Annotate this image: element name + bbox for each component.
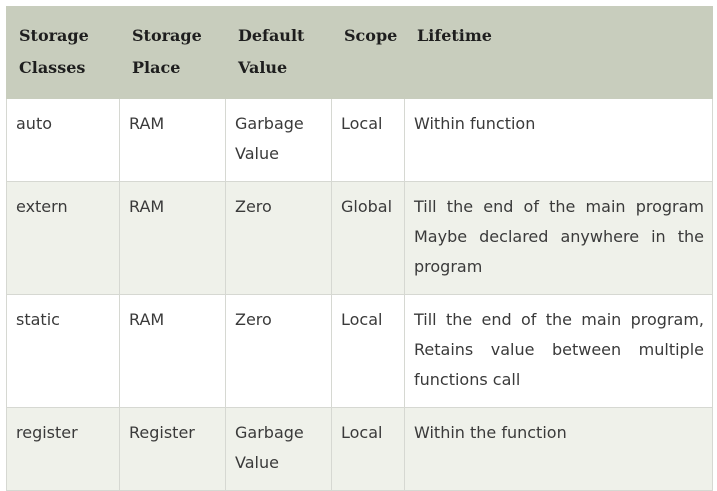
cell-storage-class: auto	[6, 98, 120, 182]
header-line: Storage	[19, 26, 89, 45]
cell-default-value: Garbage Value	[225, 407, 332, 491]
cell-line: Maybe declared anywhere in the	[414, 227, 704, 246]
storage-classes-table-container: Storage Classes Storage Place Default Va…	[6, 6, 713, 491]
cell-default-value: Garbage Value	[225, 98, 332, 182]
cell-line: Garbage	[235, 423, 304, 442]
header-storage-place: Storage Place	[119, 6, 226, 99]
cell-line: program	[414, 257, 483, 276]
table-row-auto: auto RAM Garbage Value Local Within func…	[6, 98, 713, 182]
cell-scope: Local	[331, 294, 405, 408]
cell-storage-class: static	[6, 294, 120, 408]
cell-line: Within function	[414, 114, 536, 133]
cell-scope: Local	[331, 407, 405, 491]
header-line: Place	[132, 58, 181, 77]
cell-storage-class: register	[6, 407, 120, 491]
cell-default-value: Zero	[225, 181, 332, 295]
header-lifetime: Lifetime	[404, 6, 713, 99]
header-line: Default	[238, 26, 305, 45]
header-line: Classes	[19, 58, 86, 77]
cell-line: Garbage	[235, 114, 304, 133]
cell-lifetime: Till the end of the main program, Retain…	[404, 294, 713, 408]
cell-line: Retains value between multiple	[414, 340, 704, 359]
cell-line: functions call	[414, 370, 521, 389]
table-row-register: register Register Garbage Value Local Wi…	[6, 407, 713, 491]
cell-line: Zero	[235, 310, 272, 329]
cell-storage-place: RAM	[119, 181, 226, 295]
cell-storage-place: Register	[119, 407, 226, 491]
cell-line: Value	[235, 453, 279, 472]
cell-line: Within the function	[414, 423, 567, 442]
header-line: Scope	[344, 26, 398, 45]
cell-lifetime: Till the end of the main program Maybe d…	[404, 181, 713, 295]
storage-classes-table: Storage Classes Storage Place Default Va…	[6, 6, 713, 491]
cell-line: Zero	[235, 197, 272, 216]
cell-scope: Local	[331, 98, 405, 182]
header-storage-classes: Storage Classes	[6, 6, 120, 99]
cell-storage-class: extern	[6, 181, 120, 295]
table-header-row: Storage Classes Storage Place Default Va…	[6, 6, 713, 99]
cell-default-value: Zero	[225, 294, 332, 408]
cell-lifetime: Within function	[404, 98, 713, 182]
cell-storage-place: RAM	[119, 98, 226, 182]
header-line: Storage	[132, 26, 202, 45]
cell-line: Value	[235, 144, 279, 163]
table-row-extern: extern RAM Zero Global Till the end of t…	[6, 181, 713, 295]
header-scope: Scope	[331, 6, 405, 99]
cell-lifetime: Within the function	[404, 407, 713, 491]
header-default-value: Default Value	[225, 6, 332, 99]
cell-storage-place: RAM	[119, 294, 226, 408]
header-line: Lifetime	[417, 26, 492, 45]
cell-line: Till the end of the main program	[414, 197, 704, 216]
cell-scope: Global	[331, 181, 405, 295]
header-line: Value	[238, 58, 288, 77]
cell-line: Till the end of the main program,	[414, 310, 704, 329]
table-row-static: static RAM Zero Local Till the end of th…	[6, 294, 713, 408]
